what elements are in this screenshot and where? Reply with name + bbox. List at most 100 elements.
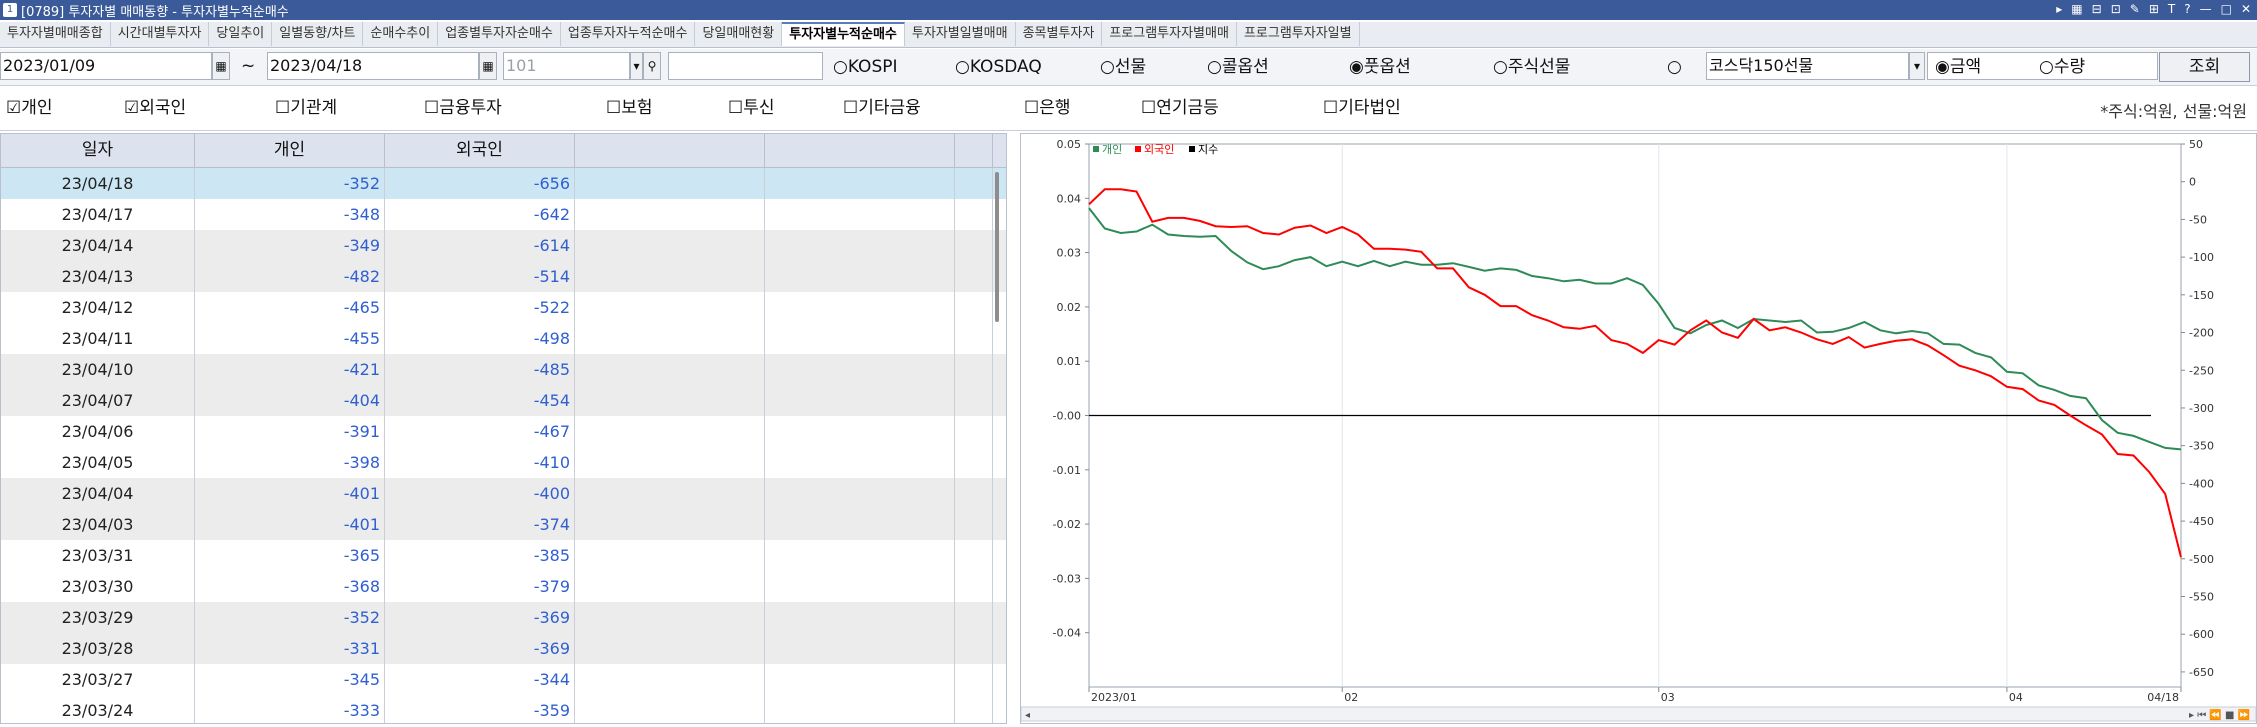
table-row[interactable]: 23/04/10 -421 -485 bbox=[1, 354, 1006, 385]
left-axis-label: -0.02 bbox=[1053, 518, 1081, 531]
tab-item[interactable]: 프로그램투자자일별 bbox=[1237, 22, 1360, 46]
table-row[interactable]: 23/03/24 -333 -359 bbox=[1, 695, 1006, 723]
tab-item[interactable]: 업종투자자누적순매수 bbox=[561, 22, 696, 46]
chevron-down-icon[interactable]: ▾ bbox=[630, 52, 643, 80]
investor-checkbox[interactable]: ☐보험 bbox=[606, 98, 653, 118]
table-cell: -656 bbox=[385, 168, 575, 199]
table-row[interactable]: 23/04/06 -391 -467 bbox=[1, 416, 1006, 447]
market-radio[interactable]: ○KOSPI bbox=[833, 58, 898, 76]
window-tool-icon[interactable]: T bbox=[2168, 2, 2175, 16]
table-row[interactable]: 23/04/13 -482 -514 bbox=[1, 261, 1006, 292]
column-header[interactable]: 개인 bbox=[195, 134, 385, 167]
table-row[interactable]: 23/04/17 -348 -642 bbox=[1, 199, 1006, 230]
tab-item[interactable]: 종목별투자자 bbox=[1016, 22, 1103, 46]
table-row[interactable]: 23/04/07 -404 -454 bbox=[1, 385, 1006, 416]
tab-item[interactable]: 업종별투자자순매수 bbox=[438, 22, 561, 46]
window-tool-icon[interactable]: □ bbox=[2221, 2, 2232, 16]
legend-label: 지수 bbox=[1198, 143, 1218, 156]
tab-item[interactable]: 프로그램투자자별매매 bbox=[1102, 22, 1237, 46]
table-row[interactable]: 23/04/05 -398 -410 bbox=[1, 447, 1006, 478]
tab-item[interactable]: 당일매매현황 bbox=[695, 22, 783, 46]
x-axis-label: 04 bbox=[2009, 691, 2023, 704]
column-header[interactable] bbox=[575, 134, 765, 167]
investor-checkbox[interactable]: ☐기관계 bbox=[275, 98, 337, 118]
table-row[interactable]: 23/03/29 -352 -369 bbox=[1, 602, 1006, 633]
table-cell bbox=[575, 447, 765, 478]
window-tool-icon[interactable]: ✎ bbox=[2130, 2, 2140, 16]
investor-checkbox[interactable]: ☐기타법인 bbox=[1323, 98, 1401, 118]
table-cell bbox=[765, 602, 955, 633]
column-header[interactable]: 외국인 bbox=[385, 134, 575, 167]
window-tool-icon[interactable]: — bbox=[2200, 2, 2212, 16]
table-scrollbar[interactable] bbox=[995, 172, 999, 322]
window-tool-icon[interactable]: ⊡ bbox=[2111, 2, 2121, 16]
search-icon[interactable]: ⚲ bbox=[643, 52, 661, 80]
table-row[interactable]: 23/03/28 -331 -369 bbox=[1, 633, 1006, 664]
tab-item[interactable]: 당일추이 bbox=[209, 22, 273, 46]
investor-checkbox[interactable]: ☐투신 bbox=[728, 98, 775, 118]
table-row[interactable]: 23/03/30 -368 -379 bbox=[1, 571, 1006, 602]
tab-item[interactable]: 순매수추이 bbox=[363, 22, 439, 46]
left-axis-label: -0.01 bbox=[1053, 464, 1081, 477]
calendar-icon[interactable]: ▦ bbox=[479, 52, 497, 80]
query-button[interactable]: 조회 bbox=[2159, 52, 2250, 82]
unit-radio[interactable]: ○수량 bbox=[2039, 58, 2085, 76]
investor-checkbox-label: 개인 bbox=[21, 98, 53, 118]
tab-item[interactable]: 투자자별매매종합 bbox=[0, 22, 111, 46]
market-radio[interactable]: ○선물 bbox=[1100, 58, 1146, 76]
table-row[interactable]: 23/04/04 -401 -400 bbox=[1, 478, 1006, 509]
table-row[interactable]: 23/04/14 -349 -614 bbox=[1, 230, 1006, 261]
column-header[interactable]: 일자 bbox=[1, 134, 195, 167]
window-tool-icon[interactable]: ⊞ bbox=[2149, 2, 2159, 16]
table-row[interactable]: 23/04/18 -352 -656 bbox=[1, 168, 1006, 199]
tab-item[interactable]: 시간대별투자자 bbox=[111, 22, 210, 46]
table-row[interactable]: 23/04/12 -465 -522 bbox=[1, 292, 1006, 323]
table-cell bbox=[955, 633, 993, 664]
table-row[interactable]: 23/04/03 -401 -374 bbox=[1, 509, 1006, 540]
table-row[interactable]: 23/03/31 -365 -385 bbox=[1, 540, 1006, 571]
unit-radio[interactable]: ◉금액 bbox=[1935, 58, 1981, 76]
table-cell: -369 bbox=[385, 602, 575, 633]
table-cell bbox=[575, 385, 765, 416]
market-radio[interactable]: ○KOSDAQ bbox=[955, 58, 1042, 76]
investor-checkbox[interactable]: ☐연기금등 bbox=[1141, 98, 1219, 118]
investor-checkbox[interactable]: ☐은행 bbox=[1024, 98, 1071, 118]
market-radio[interactable]: ◉풋옵션 bbox=[1349, 58, 1411, 76]
left-axis-label: 0.01 bbox=[1057, 355, 1082, 368]
table-cell: 23/04/05 bbox=[1, 447, 195, 478]
table-cell bbox=[955, 602, 993, 633]
product-select[interactable]: 코스닥150선물 bbox=[1706, 52, 1909, 80]
window-tool-icon[interactable]: ▸ bbox=[2056, 2, 2062, 16]
end-date-input[interactable]: 2023/04/18 bbox=[267, 52, 479, 80]
window-tool-icon[interactable]: ? bbox=[2184, 2, 2190, 16]
start-date-input[interactable]: 2023/01/09 bbox=[0, 52, 212, 80]
tab-item[interactable]: 일별동향/차트 bbox=[272, 22, 364, 46]
market-radio[interactable]: ○ bbox=[1667, 58, 1682, 76]
window-tool-icon[interactable]: ▦ bbox=[2071, 2, 2082, 16]
investor-checkbox[interactable]: ☐기타금융 bbox=[843, 98, 921, 118]
column-header[interactable] bbox=[765, 134, 955, 167]
chevron-down-icon[interactable]: ▾ bbox=[1909, 52, 1925, 80]
table-row[interactable]: 23/04/11 -455 -498 bbox=[1, 323, 1006, 354]
tab-item[interactable]: 투자자별일별매매 bbox=[905, 22, 1016, 46]
table-row[interactable]: 23/03/27 -345 -344 bbox=[1, 664, 1006, 695]
investor-checkbox[interactable]: ☑외국인 bbox=[124, 98, 186, 118]
market-radio[interactable]: ○주식선물 bbox=[1493, 58, 1570, 76]
checkbox-icon: ☐ bbox=[606, 98, 622, 118]
market-radio-label: 주식선물 bbox=[1507, 57, 1571, 77]
code-input[interactable]: 101 bbox=[503, 52, 630, 80]
date-separator: ~ bbox=[241, 56, 256, 76]
column-header[interactable] bbox=[955, 134, 993, 167]
table-cell: 23/04/03 bbox=[1, 509, 195, 540]
checkbox-icon: ☑ bbox=[6, 98, 22, 118]
investor-checkbox[interactable]: ☑개인 bbox=[6, 98, 53, 118]
table-cell: -485 bbox=[385, 354, 575, 385]
window-tool-icon[interactable]: ✕ bbox=[2241, 2, 2251, 16]
calendar-icon[interactable]: ▦ bbox=[212, 52, 230, 80]
name-input[interactable] bbox=[668, 52, 823, 80]
table-cell bbox=[765, 199, 955, 230]
market-radio[interactable]: ○콜옵션 bbox=[1207, 58, 1269, 76]
tab-item[interactable]: 투자자별누적순매수 bbox=[782, 22, 905, 46]
window-tool-icon[interactable]: ⊟ bbox=[2092, 2, 2102, 16]
investor-checkbox[interactable]: ☐금융투자 bbox=[424, 98, 502, 118]
